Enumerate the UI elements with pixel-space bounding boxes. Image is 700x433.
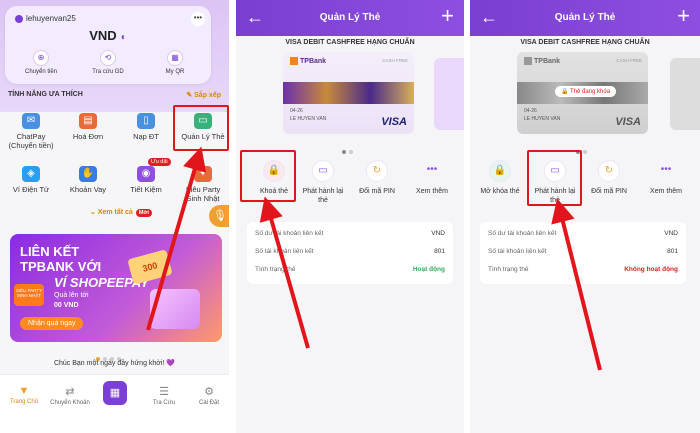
arrow-to-reissue (551, 198, 602, 371)
arrow-to-lock (259, 196, 310, 349)
arrow-to-quanlythe (146, 146, 207, 331)
screenshot-root: lehuyenvan25 ••• VND ◐ ⊕ Chuyển tiền ⟲ Tra … (0, 0, 700, 433)
annotation-arrows (146, 146, 602, 371)
